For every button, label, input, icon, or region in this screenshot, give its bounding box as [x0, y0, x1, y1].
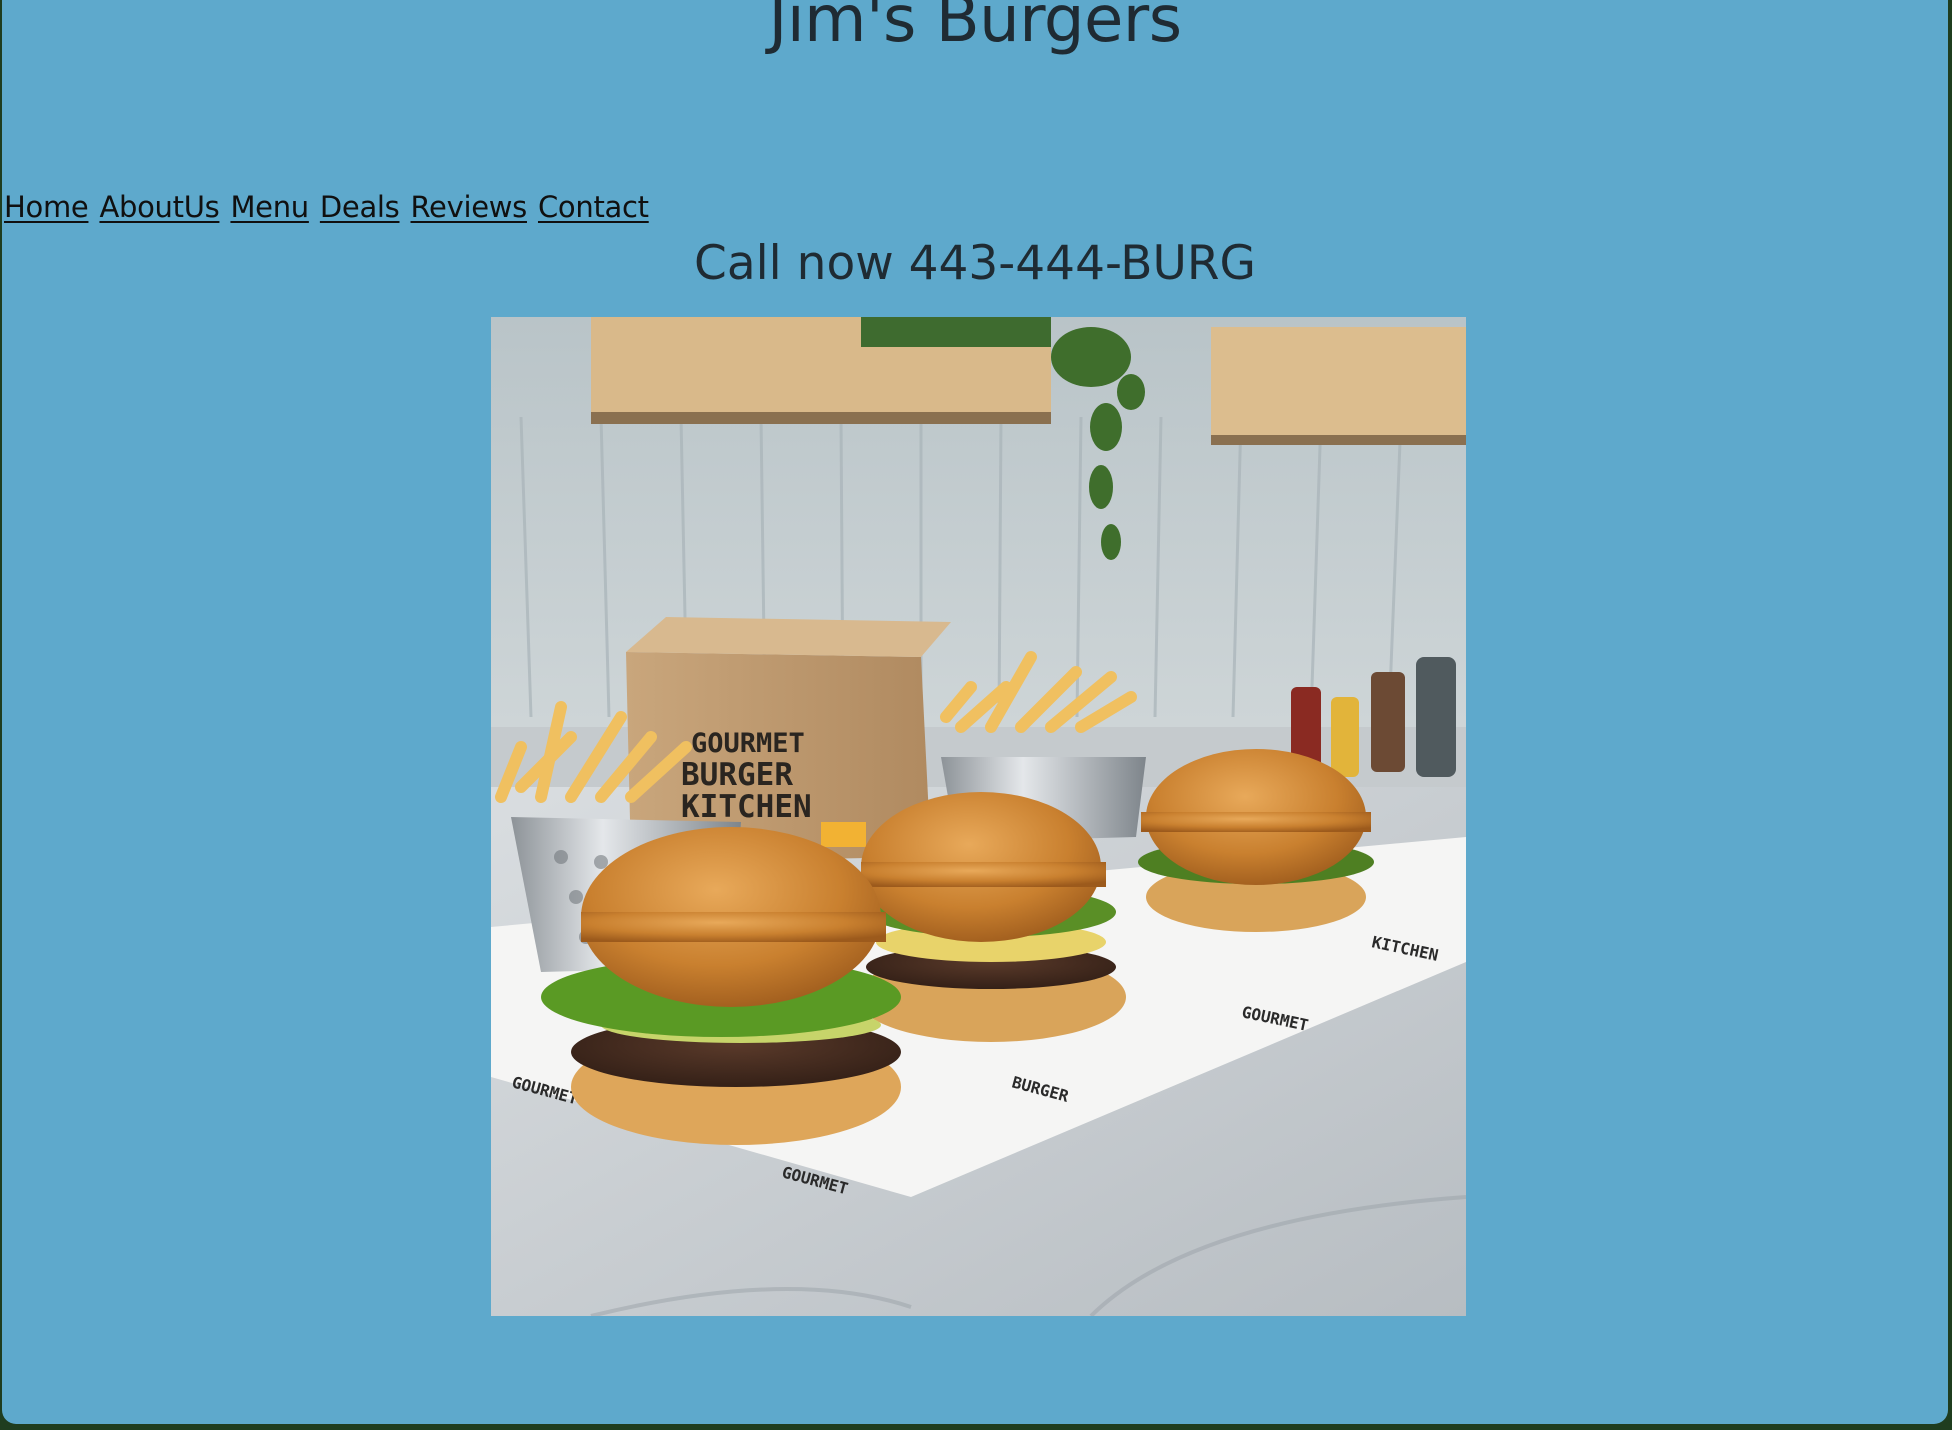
site-title: Jim's Burgers [768, 0, 1182, 57]
nav-link-deals[interactable]: Deals [320, 190, 400, 225]
burger-photo-illustration: GOURMET GOURMET BURGER GOURMET KITCHEN G… [491, 317, 1466, 1316]
box-brand-line-2: BURGER [681, 757, 793, 793]
nav-link-contact[interactable]: Contact [538, 190, 649, 225]
nav-link-menu[interactable]: Menu [230, 190, 309, 225]
box-brand-line-3: KITCHEN [681, 789, 812, 825]
wooden-planter [1211, 327, 1466, 442]
nav-link-aboutus[interactable]: AboutUs [99, 190, 219, 225]
browser-viewport: Jim's Burgers Home AboutUs Menu Deals Re… [2, 0, 1948, 1424]
call-now-heading: Call now 443-444-BURG [694, 236, 1256, 291]
nav-link-home[interactable]: Home [4, 190, 89, 225]
nav-link-reviews[interactable]: Reviews [411, 190, 528, 225]
box-brand-line-1: GOURMET [691, 728, 805, 759]
burger-right [1138, 749, 1374, 932]
hero-burger-photo: GOURMET GOURMET BURGER GOURMET KITCHEN G… [491, 317, 1466, 1316]
main-nav: Home AboutUs Menu Deals Reviews Contact [4, 190, 649, 225]
